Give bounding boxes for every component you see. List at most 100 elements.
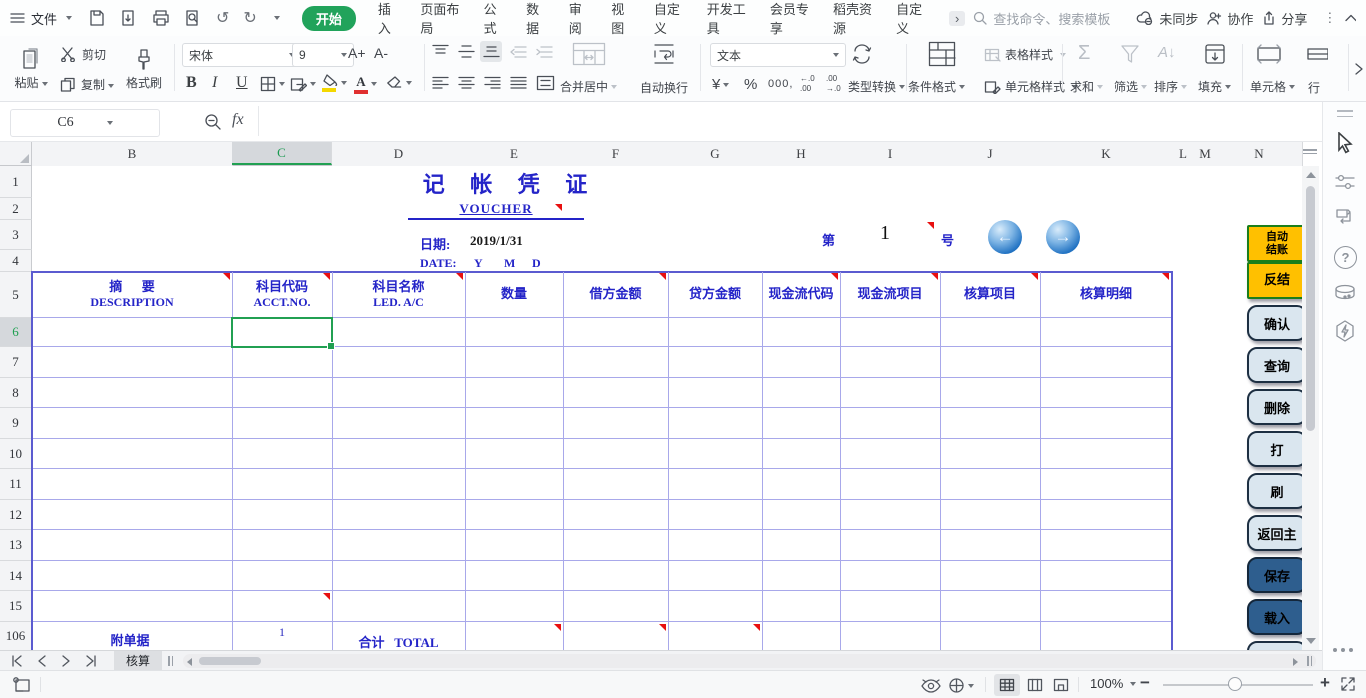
row-icon[interactable] [1306,43,1328,65]
cursor-select-icon[interactable] [1335,132,1355,154]
name-box[interactable]: C6 [10,109,160,137]
delete-button[interactable]: 删除 [1247,389,1302,425]
type-convert-icon[interactable] [850,42,874,66]
vertical-scrollbar[interactable] [1302,166,1319,650]
tab-home[interactable]: 开始 [302,6,356,31]
align-center-icon[interactable] [458,76,475,90]
column-header-D[interactable]: D [332,142,466,166]
load-voucher-button[interactable]: 载入 [1247,599,1302,635]
bold-button[interactable]: B [186,74,197,92]
row-header-13[interactable]: 13 [0,530,32,561]
column-header-B[interactable]: B [32,142,233,166]
type-convert-button[interactable]: 类型转换 [848,78,905,95]
tab-member[interactable]: 会员专享 [770,0,811,37]
row-button[interactable]: 行 [1308,79,1320,96]
collaborate-button[interactable]: 协作 [1206,9,1253,28]
sync-status[interactable]: 未同步 [1136,9,1198,28]
fill-color-button[interactable] [322,74,347,92]
tab-overflow-chevron[interactable]: › [949,11,965,26]
vertical-split-handle[interactable] [1303,147,1317,157]
prev-sheet-icon[interactable] [36,655,48,667]
last-sheet-icon[interactable] [84,655,98,667]
search-box[interactable]: 查找命令、搜索模板 [973,9,1110,28]
row-header-1[interactable]: 1 [0,166,32,198]
header-cell-acct-no[interactable]: 科目代码ACCT.NO. [233,272,331,317]
row-header-6[interactable]: 6 [0,318,33,347]
column-header-C[interactable]: C [232,142,332,165]
fx-icon[interactable]: fx [232,111,244,129]
column-header-I[interactable]: I [840,142,941,166]
file-menu[interactable]: 文件 [10,9,72,28]
header-cell-led-ac[interactable]: 科目名称LED. A/C [333,272,464,317]
fill-button[interactable]: 填充 [1198,78,1231,95]
header-cell-cashflow-code[interactable]: 现金流代码 [763,272,839,317]
wrap-text-icon[interactable] [652,42,676,66]
copy-button[interactable]: 复制 [60,76,114,93]
partial-button[interactable] [1247,641,1302,650]
help-icon[interactable]: ? [1334,246,1357,269]
column-header-F[interactable]: F [563,142,669,166]
align-left-icon[interactable] [432,76,449,90]
tab-custom-1[interactable]: 自定义 [654,0,685,37]
header-cell-quantity[interactable]: 数量 [466,272,562,317]
draw-border-button[interactable] [290,76,316,92]
zoom-out-formula-icon[interactable] [204,113,222,131]
select-all-corner[interactable] [0,142,32,165]
format-painter-button[interactable]: 格式刷 [118,40,170,98]
sort-button[interactable]: 排序 [1154,78,1187,95]
decrease-decimal-button[interactable]: .00 →.0 [826,74,841,93]
zoom-level-button[interactable]: 100% [1090,676,1136,691]
tab-formulas[interactable]: 公式 [484,0,505,37]
print-preview-icon[interactable] [184,9,202,27]
view-normal-button[interactable] [994,674,1020,696]
header-cell-cashflow-item[interactable]: 现金流项目 [841,272,939,317]
merge-cells-icon[interactable] [572,42,606,66]
distributed-icon[interactable] [536,75,555,91]
font-name-select[interactable]: 宋体 [182,43,302,67]
paste-button[interactable]: 粘贴 [8,40,54,98]
confirm-button[interactable]: 确认 [1247,305,1302,341]
export-icon[interactable] [120,9,138,27]
scroll-up-icon[interactable] [1306,172,1316,178]
row-header-3[interactable]: 3 [0,220,32,250]
cell-style-button[interactable]: 单元格样式 [984,78,1078,95]
cut-button[interactable]: 剪切 [60,46,106,63]
header-cell-accounting-detail[interactable]: 核算明细 [1041,272,1171,317]
percent-button[interactable]: % [744,76,757,93]
row-header-7[interactable]: 7 [0,347,32,378]
header-cell-debit[interactable]: 借方金额 [564,272,667,317]
query-button[interactable]: 查询 [1247,347,1302,383]
formula-input[interactable] [258,106,1314,136]
first-sheet-icon[interactable] [10,655,24,667]
wrap-text-label[interactable]: 自动换行 [640,79,688,96]
collapse-ribbon-icon[interactable] [1345,14,1356,22]
next-sheet-icon[interactable] [60,655,72,667]
filter-icon[interactable] [1120,44,1140,64]
row-header-2[interactable]: 2 [0,198,32,220]
date-value[interactable]: 2019/1/31 [470,233,523,249]
row-header-12[interactable]: 12 [0,500,32,530]
hscroll-left-icon[interactable] [187,658,192,666]
docer-skin-icon[interactable] [1334,284,1356,302]
print-voucher-button[interactable]: 打 [1247,431,1302,467]
status-shape-icon[interactable] [12,676,32,693]
column-header-M[interactable]: M [1194,142,1217,166]
ribbon-more-chevron-icon[interactable] [1354,62,1364,76]
increase-decimal-button[interactable]: ←.0 .00 [800,74,815,93]
tab-developer[interactable]: 开发工具 [707,0,748,37]
row-header-106[interactable]: 106 [0,622,32,650]
header-cell-credit[interactable]: 贷方金额 [669,272,761,317]
tab-docer[interactable]: 稻壳资源 [833,0,874,37]
fullscreen-icon[interactable] [1340,676,1356,692]
tab-insert[interactable]: 插入 [378,0,399,37]
thousands-button[interactable]: 000, [768,78,793,90]
horizontal-scrollbar[interactable] [183,654,1316,668]
column-header-N[interactable]: N [1216,142,1303,166]
hscroll-split-handle[interactable] [1307,656,1312,666]
tab-page-layout[interactable]: 页面布局 [420,0,461,37]
align-top-icon[interactable] [432,44,449,59]
share-button[interactable]: 分享 [1261,9,1307,28]
quick-access-chevron-icon[interactable] [274,16,280,20]
sum-button[interactable]: 求和 [1070,78,1103,95]
voucher-no-value[interactable]: 1 [880,222,890,245]
